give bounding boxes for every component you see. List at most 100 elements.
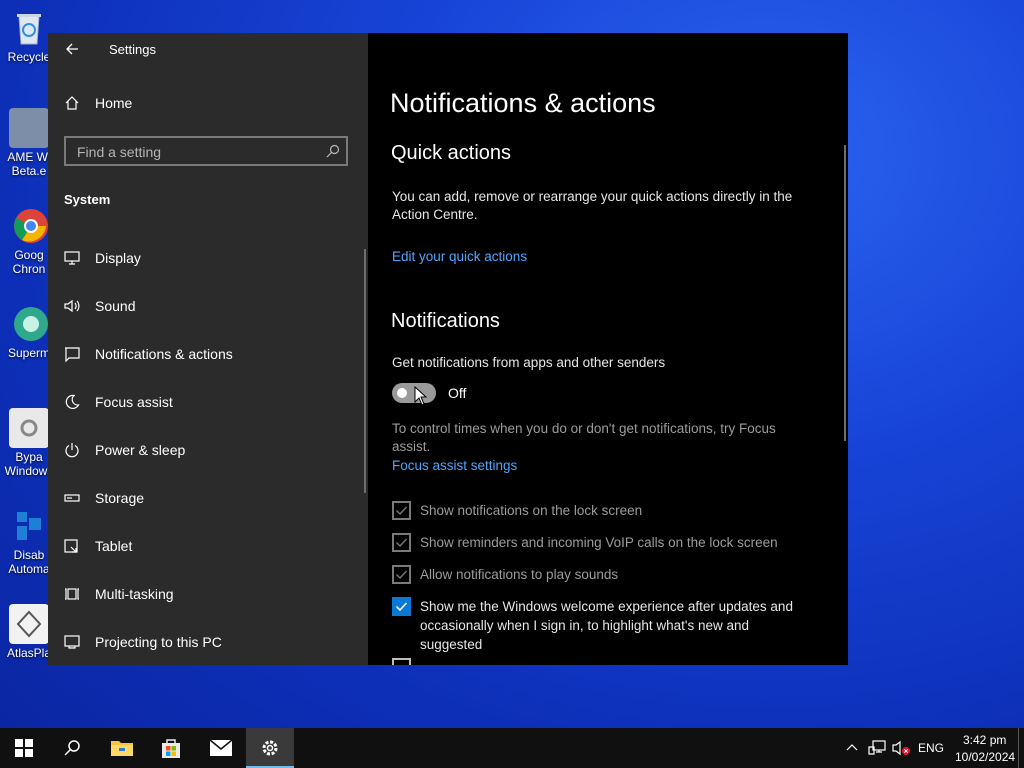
tray-overflow-button[interactable] [842,728,862,768]
sidebar-item-sound[interactable]: Sound [48,282,368,330]
store-button[interactable] [147,728,195,768]
sidebar-item-label: Multi-tasking [95,586,174,602]
sidebar-item-storage[interactable]: Storage [48,474,368,522]
search-icon [64,740,80,756]
content-scrollbar[interactable] [844,145,846,441]
quick-actions-heading: Quick actions [391,142,512,164]
tablet-icon [64,539,78,553]
sidebar-item-power-sleep[interactable]: Power & sleep [48,426,368,474]
checkbox-label: Allow notifications to play sounds [420,567,619,582]
home-link[interactable]: Home [64,95,132,111]
start-button[interactable] [0,728,48,768]
checkbox-reminders-voip[interactable]: Show reminders and incoming VoIP calls o… [392,533,778,552]
checkbox-label: Show me the Windows welcome experience a… [420,599,793,652]
network-icon [868,740,886,755]
gear-icon [262,740,278,756]
checkbox[interactable] [392,501,411,520]
supermium-icon [9,304,49,344]
sidebar-item-focus-assist[interactable]: Focus assist [48,378,368,426]
monitor-icon [64,251,80,265]
page-title: Notifications & actions [390,88,656,118]
checkmark-icon [396,538,408,548]
multitask-icon [65,588,79,600]
sidebar-item-projecting[interactable]: Projecting to this PC [48,618,368,665]
search-input[interactable] [75,142,319,162]
store-icon [162,739,180,758]
sidebar-item-multi-tasking[interactable]: Multi-tasking [48,570,368,618]
checkbox-partial[interactable] [392,658,420,665]
ame-wizard-icon [9,108,49,148]
checkmark-icon [396,506,408,516]
settings-sidebar: Settings Home System Display Sound Notif… [48,33,368,665]
sidebar-item-label: Sound [95,298,136,314]
mail-icon [209,739,233,756]
sidebar-item-display[interactable]: Display [48,234,368,282]
edit-quick-actions-link[interactable]: Edit your quick actions [392,249,527,264]
sidebar-scrollbar[interactable] [364,249,366,493]
checkbox[interactable] [392,565,411,584]
checkbox[interactable] [392,658,411,665]
home-label: Home [95,95,133,111]
moon-icon [65,394,80,409]
show-desktop-button[interactable] [1018,728,1021,768]
section-label: System [64,192,111,207]
network-button[interactable] [866,728,888,768]
file-explorer-button[interactable] [98,728,146,768]
recycle-bin-icon [9,8,49,48]
home-icon [65,96,79,110]
mail-button[interactable] [197,728,245,768]
atlas-icon [9,604,49,644]
checkbox-label: Show notifications on the lock screen [420,503,643,518]
checkmark-icon [396,570,408,580]
sidebar-item-label: Focus assist [95,394,173,410]
window-title: Settings [109,42,156,57]
folder-icon [111,741,133,756]
settings-window: Settings Home System Display Sound Notif… [48,33,848,665]
settings-taskbar-button[interactable] [246,728,294,768]
clock-time[interactable]: 3:42 pm [963,733,1006,747]
taskbar: ENG 3:42 pm 10/02/2024 [0,728,1024,768]
mouse-cursor-icon [414,386,428,406]
toggle-state-label: Off [448,385,467,401]
focus-assist-settings-link[interactable]: Focus assist settings [392,458,517,473]
speaker-icon [64,299,80,313]
sidebar-item-label: Power & sleep [95,442,186,458]
quick-actions-description: You can add, remove or rearrange your qu… [392,189,793,222]
checkbox-welcome-experience[interactable]: Show me the Windows welcome experience a… [392,597,812,654]
checkmark-icon [395,602,408,612]
sidebar-item-label: Storage [95,490,145,506]
power-icon [65,443,79,458]
projector-icon [64,635,80,649]
gear-file-icon [9,408,49,448]
checkbox-lock-screen[interactable]: Show notifications on the lock screen [392,501,642,520]
sidebar-nav: Display Sound Notifications & actions Fo… [48,234,368,665]
focus-assist-text: To control times when you do or don't ge… [392,421,776,454]
sidebar-item-label: Tablet [95,538,133,554]
sidebar-item-label: Projecting to this PC [95,634,222,650]
back-button[interactable] [62,39,82,59]
sidebar-item-tablet[interactable]: Tablet [48,522,368,570]
volume-button[interactable] [890,728,912,768]
search-taskbar-button[interactable] [48,728,96,768]
clock-date[interactable]: 10/02/2024 [955,750,1015,764]
storage-icon [64,494,80,502]
windows-logo-icon [15,739,33,757]
checkbox-label: Show reminders and incoming VoIP calls o… [420,535,778,550]
sidebar-item-label: Notifications & actions [95,346,233,362]
sidebar-item-label: Display [95,250,141,266]
chrome-icon [9,206,49,246]
toggle-knob [397,388,407,398]
notifications-heading: Notifications [391,310,500,332]
settings-content: Notifications & actions Quick actions Yo… [368,33,848,665]
checkbox[interactable] [392,597,411,616]
back-arrow-icon [66,43,78,55]
volume-muted-icon [892,740,910,756]
checkbox[interactable] [392,533,411,552]
script-icon [9,506,49,546]
search-box[interactable] [64,136,348,166]
search-icon [326,144,340,158]
checkbox-play-sounds[interactable]: Allow notifications to play sounds [392,565,618,584]
sidebar-item-notifications[interactable]: Notifications & actions [48,330,368,378]
language-indicator[interactable]: ENG [918,741,944,755]
notifications-toggle-label: Get notifications from apps and other se… [392,355,666,370]
